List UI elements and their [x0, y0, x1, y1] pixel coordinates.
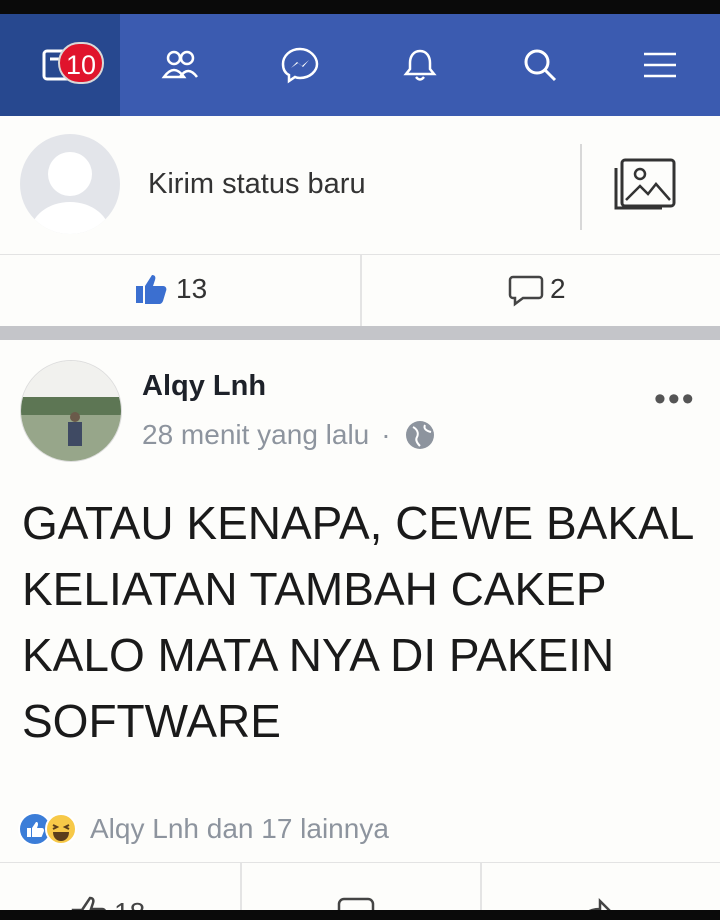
nav-friends[interactable] [120, 14, 240, 116]
status-strip [0, 0, 720, 14]
post-options-button[interactable]: ••• [654, 380, 696, 419]
search-icon [524, 49, 557, 82]
nav-search[interactable] [480, 14, 600, 116]
meta-separator: · [381, 419, 391, 450]
like-count-value: 13 [176, 273, 208, 304]
feed-post: Alqy Lnh 28 menit yang lalu · ••• GATAU … [0, 340, 720, 920]
composer-divider [580, 144, 582, 230]
reactions-summary[interactable]: Alqy Lnh dan 17 lainnya [18, 812, 389, 846]
notification-badge: 10 [58, 42, 105, 84]
nav-notifications[interactable] [360, 14, 480, 116]
nav-menu[interactable] [600, 14, 720, 116]
friends-icon [161, 50, 198, 79]
haha-reaction-icon [45, 813, 77, 845]
avatar-photo [21, 361, 121, 461]
status-composer: Kirim status baru [0, 116, 720, 254]
post-body: GATAU KENAPA, CEWE BAKAL KELIATAN TAMBAH… [22, 497, 693, 747]
default-avatar-icon [30, 152, 110, 234]
stats-bar: 13 2 [0, 254, 720, 327]
comment-count[interactable]: 2 [508, 271, 566, 307]
top-navbar: 10 [0, 14, 720, 116]
messenger-icon [281, 47, 319, 84]
nav-messenger[interactable] [240, 14, 360, 116]
globe-icon [405, 421, 434, 449]
stats-divider [360, 255, 362, 327]
reactions-text: Alqy Lnh dan 17 lainnya [90, 813, 389, 844]
like-count[interactable]: 13 [134, 271, 207, 307]
nav-news-feed[interactable]: 10 [0, 14, 120, 116]
post-meta: 28 menit yang lalu · [142, 418, 437, 452]
menu-icon [644, 52, 676, 78]
bell-icon [403, 49, 437, 81]
user-avatar-placeholder [20, 134, 120, 234]
bottom-strip [0, 910, 720, 920]
post-time[interactable]: 28 menit yang lalu [142, 419, 369, 451]
status-input[interactable]: Kirim status baru [148, 168, 366, 201]
photo-icon[interactable] [610, 156, 680, 214]
thumbs-up-icon [136, 275, 167, 304]
comment-count-value: 2 [550, 273, 566, 304]
feed-separator [0, 326, 720, 340]
post-author[interactable]: Alqy Lnh [142, 370, 266, 403]
author-avatar[interactable] [20, 360, 122, 462]
comment-icon [508, 275, 544, 307]
